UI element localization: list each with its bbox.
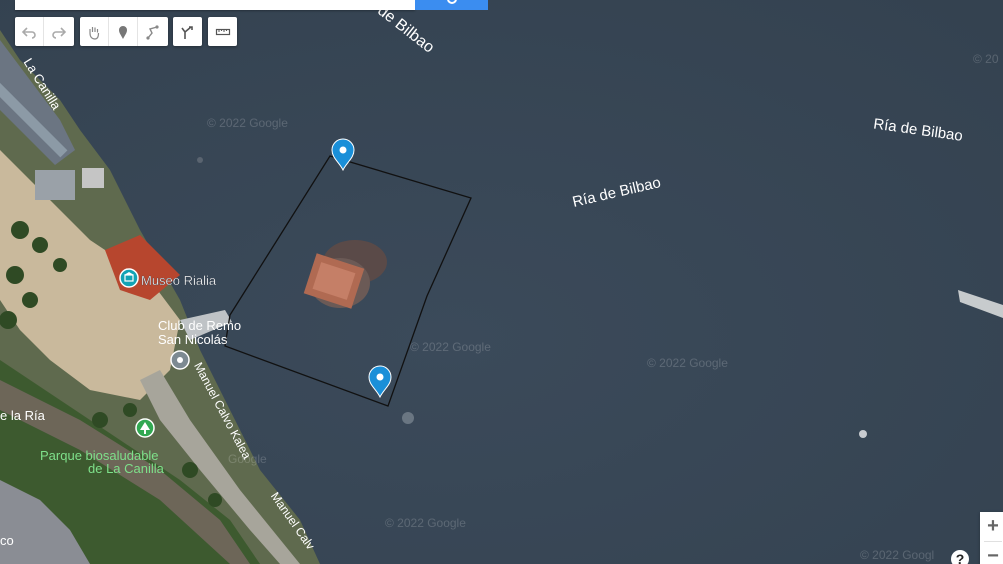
- park-icon[interactable]: [135, 418, 155, 438]
- draw-tools-group: [80, 17, 168, 46]
- svg-text:Google: Google: [228, 452, 267, 466]
- history-group: [15, 17, 74, 46]
- line-icon[interactable]: [138, 17, 167, 46]
- search-button[interactable]: [415, 0, 488, 10]
- measure-group: [208, 17, 237, 46]
- poi-label-park-line2[interactable]: de La Canilla: [88, 461, 165, 476]
- poi-label-museo[interactable]: Museo Rialia: [141, 273, 217, 288]
- rock: [402, 412, 414, 424]
- svg-text:© 2022 Google: © 2022 Google: [410, 340, 491, 354]
- redo-icon[interactable]: [44, 17, 73, 46]
- search-input[interactable]: [15, 0, 415, 10]
- buoy: [859, 430, 867, 438]
- route-icon[interactable]: [173, 17, 202, 46]
- poi-label-club-line1[interactable]: Club de Remo: [158, 318, 241, 333]
- undo-icon[interactable]: [15, 17, 44, 46]
- search-icon: [447, 0, 457, 4]
- svg-text:© 20: © 20: [973, 52, 999, 66]
- rock: [197, 157, 203, 163]
- zoom-in-button[interactable]: +: [980, 512, 1003, 541]
- ruler-icon[interactable]: [208, 17, 237, 46]
- route-group: [173, 17, 202, 46]
- street-label: e la Ría: [0, 408, 46, 423]
- hand-icon[interactable]: [80, 17, 109, 46]
- svg-text:© 2022 Googl: © 2022 Googl: [860, 548, 934, 562]
- svg-text:© 2022 Google: © 2022 Google: [385, 516, 466, 530]
- svg-text:© 2022 Google: © 2022 Google: [207, 116, 288, 130]
- zoom-out-button[interactable]: −: [980, 542, 1003, 564]
- place-pin-icon[interactable]: [170, 350, 190, 370]
- svg-text:© 2022 Google: © 2022 Google: [647, 356, 728, 370]
- museum-icon[interactable]: [119, 268, 139, 288]
- street-label: co: [0, 533, 14, 548]
- satellite-map[interactable]: Ría de Bilbao Ría de Bilbao Ría de Bilba…: [0, 0, 1003, 564]
- marker-icon[interactable]: [109, 17, 138, 46]
- help-button[interactable]: ?: [951, 550, 969, 564]
- poi-label-club-line2[interactable]: San Nicolás: [158, 332, 228, 347]
- zoom-control: + −: [980, 512, 1003, 564]
